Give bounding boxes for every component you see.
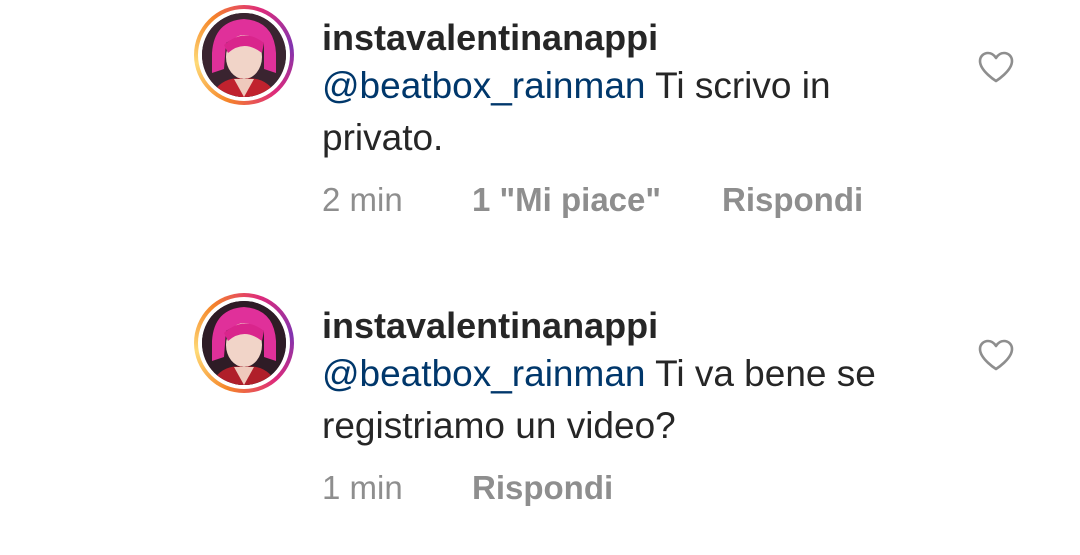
comment-username[interactable]: instavalentinanappi xyxy=(322,306,658,346)
reply-button[interactable]: Rispondi xyxy=(472,468,613,508)
comment-text: @beatbox_rainman Ti va bene se registria… xyxy=(322,348,962,452)
comment-2: instavalentinanappi @beatbox_rainman Ti … xyxy=(0,0,1080,555)
avatar xyxy=(202,301,286,385)
story-ring[interactable] xyxy=(194,293,294,393)
mention-link[interactable]: @beatbox_rainman xyxy=(322,353,645,394)
heart-outline-icon[interactable] xyxy=(977,338,1015,372)
comment-time: 1 min xyxy=(322,469,403,506)
